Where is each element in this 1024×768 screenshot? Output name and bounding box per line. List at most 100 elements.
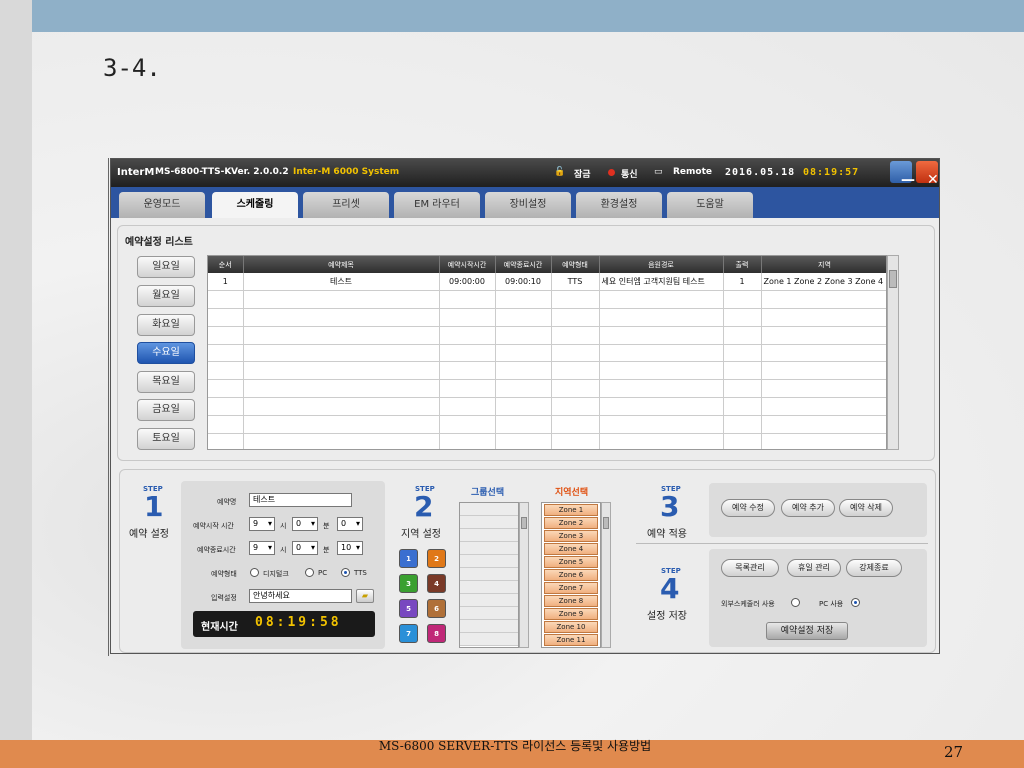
type-label: 예약형태 [211,570,237,578]
zone-list: Zone 1 Zone 2 Zone 3 Zone 4 Zone 5 Zone … [541,502,601,648]
start-hour-select[interactable]: 9 [249,517,275,531]
day-button-tuesday[interactable]: 화요일 [137,314,195,336]
save-reservation-settings-button[interactable]: 예약설정 저장 [766,622,848,640]
minimize-button[interactable]: — [890,161,915,188]
group-button-4[interactable]: 4 [427,574,446,593]
day-button-saturday[interactable]: 토요일 [137,428,195,450]
day-button-sunday[interactable]: 일요일 [137,256,195,278]
start-minute-select[interactable]: 0 [292,517,318,531]
title-bar: InterM MS-6800-TTS-K Ver. 2.0.0.2 Inter-… [111,159,939,188]
zone-item-7[interactable]: Zone 7 [544,582,598,594]
force-stop-button[interactable]: 강제종료 [846,559,902,577]
holiday-management-button[interactable]: 휴일 관리 [787,559,841,577]
group-button-7[interactable]: 7 [399,624,418,643]
group-list[interactable] [459,502,519,648]
group-button-6[interactable]: 6 [427,599,446,618]
group-button-5[interactable]: 5 [399,599,418,618]
end-minute-unit: 분 [323,546,330,554]
edit-reservation-button[interactable]: 예약 수정 [721,499,775,517]
day-button-monday[interactable]: 월요일 [137,285,195,307]
slide-divider [108,158,109,656]
zone-item-5[interactable]: Zone 5 [544,556,598,568]
day-button-thursday[interactable]: 목요일 [137,371,195,393]
start-time-label: 예약시작 시간 [193,522,234,530]
zone-item-2[interactable]: Zone 2 [544,517,598,529]
type-radio-digital[interactable] [250,568,259,577]
slide-left-strip [0,0,32,740]
table-row[interactable]: 1 테스트 09:00:00 09:00:10 TTS 세요 인터엠 고객지원팀… [208,273,886,292]
model-name: MS-6800-TTS-K [155,167,232,177]
tab-help[interactable]: 도움말 [667,192,753,218]
table-row[interactable] [208,308,886,327]
zone-item-9[interactable]: Zone 9 [544,608,598,620]
lock-icon[interactable]: 🔓 [554,167,565,177]
start-second-select[interactable]: 0 [337,517,363,531]
system-name: Inter-M 6000 System [293,167,400,177]
table-header-row: 순서 예약제목 예약시작시간 예약종료시간 예약형태 음원경로 출력 지역 [208,256,886,273]
group-button-1[interactable]: 1 [399,549,418,568]
tab-environment-settings[interactable]: 환경설정 [576,192,662,218]
column-header-source-path: 음원경로 [599,256,724,273]
zone-item-4[interactable]: Zone 4 [544,543,598,555]
group-list-scrollbar[interactable] [519,502,529,648]
tab-scheduling[interactable]: 스케줄링 [212,192,298,218]
reservation-table: 순서 예약제목 예약시작시간 예약종료시간 예약형태 음원경로 출력 지역 1 … [207,255,887,450]
zone-item-8[interactable]: Zone 8 [544,595,598,607]
tab-em-router[interactable]: EM 라우터 [394,192,480,218]
folder-icon[interactable]: ▰ [356,589,374,603]
title-label: 예약명 [217,498,237,506]
cell-type: TTS [551,273,600,292]
zone-item-3[interactable]: Zone 3 [544,530,598,542]
group-button-3[interactable]: 3 [399,574,418,593]
table-row[interactable] [208,290,886,310]
pc-use-radio[interactable] [851,598,860,607]
end-hour-select[interactable]: 9 [249,541,275,555]
pc-use-label: PC 사용 [819,600,844,608]
zone-item-11[interactable]: Zone 11 [544,634,598,646]
end-hour-unit: 시 [280,546,287,554]
end-minute-select[interactable]: 0 [292,541,318,555]
zone-item-10[interactable]: Zone 10 [544,621,598,633]
external-scheduler-radio[interactable] [791,598,800,607]
tts-text-input[interactable]: 안녕하세요 [249,589,352,603]
current-time-value: 08:19:58 [255,615,342,630]
zone-item-6[interactable]: Zone 6 [544,569,598,581]
table-scrollbar[interactable] [887,255,899,450]
table-row[interactable] [208,326,886,345]
table-row[interactable] [208,433,886,449]
table-row[interactable] [208,415,886,434]
delete-reservation-button[interactable]: 예약 삭제 [839,499,893,517]
table-row[interactable] [208,397,886,416]
external-scheduler-label: 외부스케줄러 사용 [721,600,775,608]
type-radio-tts[interactable] [341,568,350,577]
tab-device-settings[interactable]: 장비설정 [485,192,571,218]
start-hour-unit: 시 [280,522,287,530]
group-button-2[interactable]: 2 [427,549,446,568]
column-header-zone: 지역 [761,256,886,273]
type-radio-pc[interactable] [305,568,314,577]
cell-order: 1 [208,273,244,292]
zone-list-scrollbar[interactable] [601,502,611,648]
title-input[interactable]: 테스트 [249,493,352,507]
step-separator [636,543,928,544]
day-button-friday[interactable]: 금요일 [137,399,195,421]
start-minute-unit: 분 [323,522,330,530]
close-button[interactable]: ✕ [916,161,939,188]
list-management-button[interactable]: 목록관리 [721,559,779,577]
app-window: InterM MS-6800-TTS-K Ver. 2.0.0.2 Inter-… [110,158,940,654]
comm-status-icon [608,169,615,176]
scrollbar-thumb[interactable] [889,270,897,288]
end-second-select[interactable]: 10 [337,541,363,555]
table-row[interactable] [208,379,886,399]
tab-operation-mode[interactable]: 운영모드 [119,192,205,218]
table-row[interactable] [208,361,886,381]
scrollbar-thumb[interactable] [521,517,527,529]
tab-preset[interactable]: 프리셋 [303,192,389,218]
group-button-8[interactable]: 8 [427,624,446,643]
type-option-digital: 디지털크 [263,570,289,578]
zone-item-1[interactable]: Zone 1 [544,504,598,516]
day-button-wednesday[interactable]: 수요일 [137,342,195,364]
table-row[interactable] [208,344,886,363]
add-reservation-button[interactable]: 예약 추가 [781,499,835,517]
scrollbar-thumb[interactable] [603,517,609,529]
